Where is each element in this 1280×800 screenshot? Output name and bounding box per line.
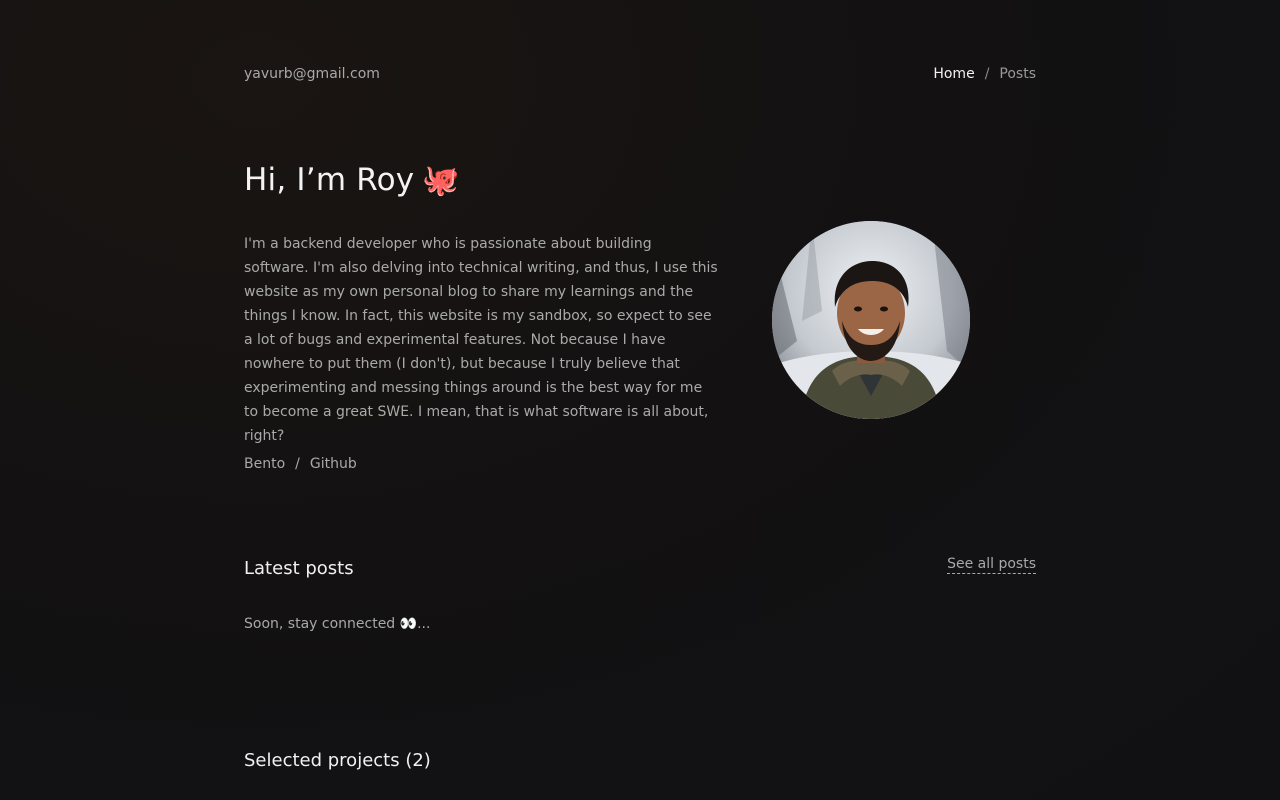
nav-posts-link[interactable]: Posts xyxy=(999,66,1036,82)
top-bar: yavurb@gmail.com Home / Posts xyxy=(244,64,1036,84)
nav-home-link[interactable]: Home xyxy=(933,66,974,82)
latest-posts-empty-message: Soon, stay connected 👀... xyxy=(244,616,431,632)
selected-projects-heading: Selected projects (2) xyxy=(244,750,431,771)
bento-link[interactable]: Bento xyxy=(244,456,285,472)
hero-title-text: Hi, I’m Roy xyxy=(244,162,415,198)
latest-posts-heading: Latest posts xyxy=(244,558,354,579)
hero-title: Hi, I’m Roy 🐙 xyxy=(244,162,460,198)
avatar-photo xyxy=(772,221,970,419)
email-link[interactable]: yavurb@gmail.com xyxy=(244,66,380,82)
see-all-posts-link[interactable]: See all posts xyxy=(947,556,1036,574)
octopus-icon: 🐙 xyxy=(422,162,460,198)
nav-separator: / xyxy=(984,66,990,82)
links-separator: / xyxy=(295,456,300,472)
social-links: Bento / Github xyxy=(244,456,357,472)
avatar xyxy=(772,221,970,419)
bio-paragraph: I'm a backend developer who is passionat… xyxy=(244,236,718,444)
github-link[interactable]: Github xyxy=(310,456,357,472)
main-nav: Home / Posts xyxy=(933,66,1036,82)
